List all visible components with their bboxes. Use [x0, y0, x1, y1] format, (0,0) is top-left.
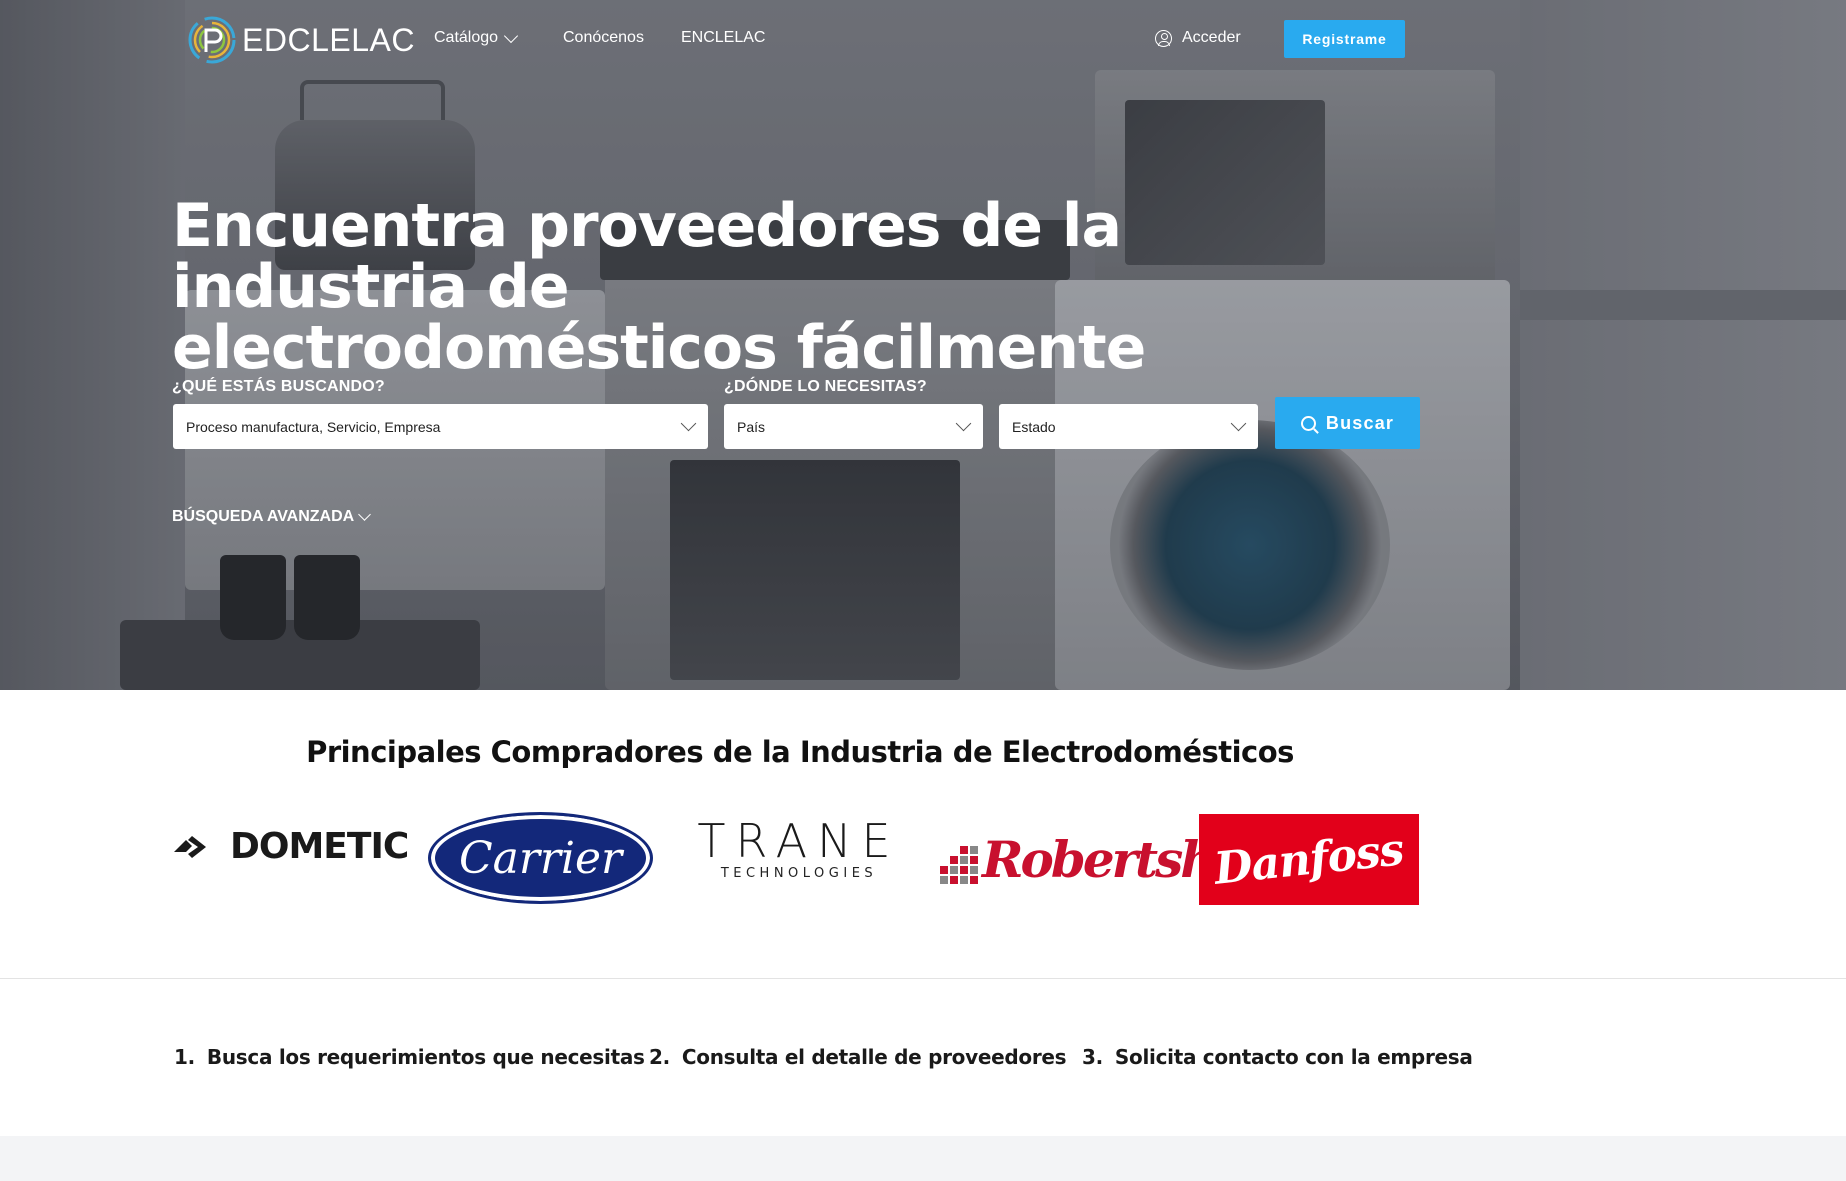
- footer-band: [0, 1136, 1846, 1181]
- nav-about-link[interactable]: Conócenos: [563, 29, 644, 47]
- trane-logo-text: TRANE: [697, 814, 901, 868]
- step-text: Busca los requerimientos que necesitas: [206, 1045, 645, 1069]
- step-text: Solicita contacto con la empresa: [1114, 1045, 1473, 1069]
- country-select-value: País: [737, 418, 766, 435]
- top-navigation: EDCLELAC Catálogo Conócenos ENCLELAC Acc…: [0, 0, 1846, 80]
- step-number: 2.: [649, 1045, 670, 1069]
- search-icon: [1300, 415, 1316, 431]
- chevron-down-icon: [680, 415, 697, 432]
- what-select-value: Proceso manufactura, Servicio, Empresa: [186, 418, 441, 435]
- state-select-value: Estado: [1012, 418, 1056, 435]
- step-text: Consulta el detalle de proveedores: [681, 1045, 1067, 1069]
- advanced-search-toggle[interactable]: BÚSQUEDA AVANZADA: [172, 508, 372, 526]
- hero-headline: Encuentra proveedores de la industria de…: [172, 196, 1372, 379]
- nav-catalog-label: Catálogo: [434, 29, 499, 46]
- dometic-mark-icon: [174, 835, 206, 858]
- chevron-down-icon: [358, 508, 372, 521]
- buyers-section-title: Principales Compradores de la Industria …: [306, 735, 1294, 769]
- advanced-search-label: BÚSQUEDA AVANZADA: [172, 508, 355, 525]
- nav-catalog-dropdown[interactable]: Catálogo: [434, 28, 519, 47]
- trane-logo-subtext: TECHNOLOGIES: [720, 866, 878, 881]
- chevron-down-icon: [955, 415, 972, 432]
- carrier-logo-text: Carrier: [458, 832, 623, 884]
- step-number: 3.: [1082, 1045, 1103, 1069]
- user-icon: [1155, 29, 1172, 47]
- login-label: Acceder: [1182, 29, 1241, 46]
- register-button[interactable]: Registrame: [1284, 20, 1405, 58]
- hero-headline-line1: Encuentra proveedores de la industria de: [172, 191, 1122, 322]
- dometic-logo: DOMETIC: [172, 826, 409, 867]
- dometic-logo-text: DOMETIC: [230, 826, 409, 867]
- step-1: 1. Busca los requerimientos que necesita…: [174, 1045, 645, 1069]
- danfoss-logo-text: Danfoss: [1212, 824, 1406, 895]
- hero-headline-line2: electrodomésticos fácilmente: [172, 313, 1146, 383]
- what-label: ¿QUÉ ESTÁS BUSCANDO?: [172, 378, 385, 395]
- nav-enclelac-link[interactable]: ENCLELAC: [681, 29, 765, 47]
- chevron-down-icon: [1230, 415, 1247, 432]
- section-divider: [0, 978, 1846, 979]
- trane-logo: TRANE TECHNOLOGIES: [694, 818, 904, 881]
- login-link[interactable]: Acceder: [1155, 29, 1241, 47]
- carrier-logo: Carrier: [428, 812, 653, 904]
- nav-about-label: Conócenos: [563, 29, 644, 46]
- where-label: ¿DÓNDE LO NECESITAS?: [724, 378, 927, 395]
- search-button[interactable]: Buscar: [1275, 397, 1420, 449]
- chevron-down-icon: [503, 28, 519, 43]
- brand-logo[interactable]: EDCLELAC: [186, 14, 415, 66]
- what-select[interactable]: Proceso manufactura, Servicio, Empresa: [173, 404, 708, 449]
- country-select[interactable]: País: [724, 404, 983, 449]
- search-button-label: Buscar: [1325, 412, 1395, 433]
- robertshaw-grid-icon: [940, 846, 978, 884]
- step-2: 2. Consulta el detalle de proveedores: [649, 1045, 1067, 1069]
- brand-name: EDCLELAC: [242, 21, 415, 58]
- brand-logo-icon: [186, 14, 238, 66]
- nav-enclelac-label: ENCLELAC: [681, 29, 766, 46]
- state-select[interactable]: Estado: [999, 404, 1258, 449]
- step-number: 1.: [174, 1045, 195, 1069]
- danfoss-logo: Danfoss: [1199, 814, 1419, 905]
- step-3: 3. Solicita contacto con la empresa: [1082, 1045, 1473, 1069]
